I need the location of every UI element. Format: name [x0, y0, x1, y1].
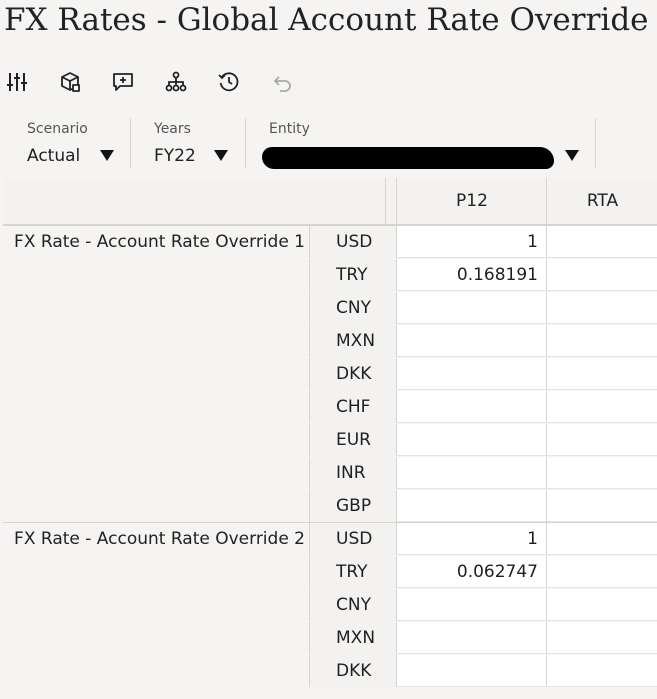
cell-rta[interactable]	[546, 622, 657, 654]
chevron-down-icon[interactable]	[214, 150, 228, 161]
cell-p12[interactable]	[396, 655, 546, 687]
cell-p12[interactable]: 0.168191	[396, 259, 546, 291]
table-row: CNY	[309, 589, 657, 622]
chevron-down-icon[interactable]	[565, 150, 579, 161]
cell-p12[interactable]	[396, 325, 546, 357]
currency-label: TRY	[309, 556, 396, 588]
cell-p12[interactable]: 1	[396, 523, 546, 555]
divider	[595, 118, 596, 168]
table-row: CHF	[309, 391, 657, 424]
cell-rta[interactable]	[546, 391, 657, 423]
scenario-label: Scenario	[27, 121, 88, 137]
cell-p12[interactable]	[396, 358, 546, 390]
currency-label: CNY	[309, 292, 396, 324]
cell-rta[interactable]	[546, 457, 657, 489]
column-header-rta[interactable]: RTA	[546, 178, 657, 224]
currency-label: CNY	[309, 589, 396, 621]
add-comment-icon[interactable]	[108, 67, 138, 97]
cell-p12[interactable]	[396, 424, 546, 456]
cell-rta[interactable]	[546, 358, 657, 390]
currency-label: MXN	[309, 622, 396, 654]
table-row: EUR	[309, 424, 657, 457]
divider	[130, 118, 131, 168]
cube-icon[interactable]	[55, 67, 85, 97]
table-row: MXN	[309, 622, 657, 655]
cell-rta[interactable]	[546, 556, 657, 588]
currency-label: USD	[309, 523, 396, 555]
header-corner	[3, 178, 386, 224]
cell-rta[interactable]	[546, 424, 657, 456]
cell-p12[interactable]	[396, 292, 546, 324]
table-row: CNY	[309, 292, 657, 325]
cell-p12[interactable]: 0.062747	[396, 556, 546, 588]
cell-p12[interactable]: 1	[396, 226, 546, 258]
row-group-label-text: FX Rate - Account Rate Override 2	[14, 529, 305, 549]
cell-rta[interactable]	[546, 325, 657, 357]
currency-label: USD	[309, 226, 396, 258]
currency-label: DKK	[309, 655, 396, 687]
currency-label: GBP	[309, 490, 396, 522]
currency-label: INR	[309, 457, 396, 489]
chevron-down-icon[interactable]	[100, 150, 114, 161]
row-group-label: FX Rate - Account Rate Override 1	[3, 226, 309, 252]
pov-bar: Scenario Actual Years FY22 Entity	[0, 108, 657, 178]
years-label: Years	[154, 121, 191, 137]
page-title: FX Rates - Global Account Rate Override	[4, 2, 649, 38]
table-row: GBP	[309, 490, 657, 523]
row-group: FX Rate - Account Rate Override 1 USD 1 TRY…	[3, 225, 657, 523]
row-group: FX Rate - Account Rate Override 2 USD 1 TRY…	[3, 522, 657, 688]
cell-p12[interactable]	[396, 391, 546, 423]
cell-rta[interactable]	[546, 226, 657, 258]
table-row: USD 1	[309, 523, 657, 556]
cell-rta[interactable]	[546, 523, 657, 555]
years-selector[interactable]: Years FY22	[154, 118, 244, 170]
sliders-icon[interactable]	[2, 67, 32, 97]
undo-icon[interactable]	[267, 67, 297, 97]
cell-rta[interactable]	[546, 292, 657, 324]
entity-label: Entity	[269, 121, 310, 137]
currency-label: DKK	[309, 358, 396, 390]
history-icon[interactable]	[214, 67, 244, 97]
cell-rta[interactable]	[546, 490, 657, 522]
table-row: TRY 0.168191	[309, 259, 657, 292]
table-row: MXN	[309, 325, 657, 358]
currency-label: TRY	[309, 259, 396, 291]
toolbar	[0, 64, 657, 100]
redacted-entity-value[interactable]	[262, 147, 554, 169]
table-row: DKK	[309, 655, 657, 688]
data-grid: P12 RTA FX Rate - Account Rate Override …	[3, 178, 657, 699]
row-group-label-text: FX Rate - Account Rate Override 1	[14, 232, 305, 252]
divider	[245, 118, 246, 168]
hierarchy-icon[interactable]	[161, 67, 191, 97]
cell-p12[interactable]	[396, 457, 546, 489]
years-value[interactable]: FY22	[154, 146, 196, 166]
column-header-p12[interactable]: P12	[396, 178, 547, 224]
cell-p12[interactable]	[396, 622, 546, 654]
table-row: TRY 0.062747	[309, 556, 657, 589]
cell-p12[interactable]	[396, 589, 546, 621]
table-row: INR	[309, 457, 657, 490]
cell-rta[interactable]	[546, 655, 657, 687]
table-row: USD 1	[309, 226, 657, 259]
column-header-row: P12 RTA	[3, 178, 657, 225]
scenario-selector[interactable]: Scenario Actual	[27, 118, 127, 170]
cell-rta[interactable]	[546, 259, 657, 291]
scenario-value[interactable]: Actual	[27, 146, 80, 166]
currency-label: EUR	[309, 424, 396, 456]
currency-label: CHF	[309, 391, 396, 423]
cell-p12[interactable]	[396, 490, 546, 522]
row-group-label: FX Rate - Account Rate Override 2	[3, 523, 309, 549]
currency-label: MXN	[309, 325, 396, 357]
cell-rta[interactable]	[546, 589, 657, 621]
entity-selector[interactable]: Entity	[262, 118, 589, 170]
table-row: DKK	[309, 358, 657, 391]
